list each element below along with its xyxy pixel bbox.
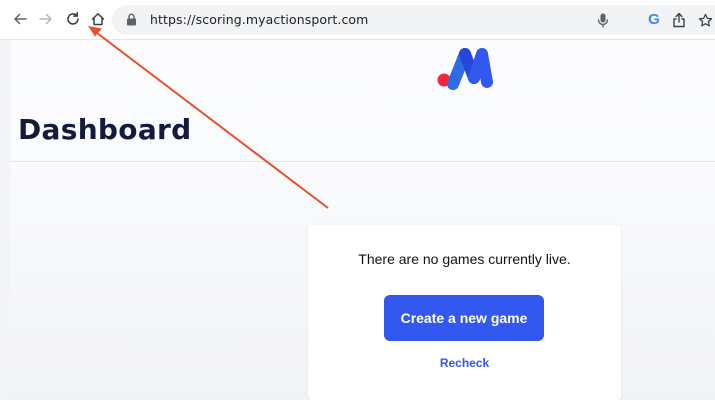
url-text[interactable]: https://scoring.myactionsport.com — [150, 12, 368, 27]
browser-toolbar: https://scoring.myactionsport.com G — [0, 0, 715, 40]
voice-search-button[interactable] — [594, 11, 612, 29]
create-new-game-button[interactable]: Create a new game — [384, 295, 544, 341]
header-divider — [10, 161, 715, 162]
address-bar[interactable]: https://scoring.myactionsport.com G — [112, 5, 715, 35]
page-content: Dashboard There are no games currently l… — [10, 40, 715, 400]
back-button[interactable] — [9, 8, 31, 30]
forward-button[interactable] — [35, 8, 57, 30]
home-button[interactable] — [87, 8, 109, 30]
reload-icon — [67, 12, 79, 25]
share-icon — [673, 12, 685, 28]
arrow-right-icon — [39, 13, 52, 25]
bookmark-button[interactable] — [696, 11, 714, 29]
lock-icon — [127, 13, 136, 26]
recheck-link[interactable]: Recheck — [308, 356, 621, 370]
live-games-card: There are no games currently live. Creat… — [308, 225, 621, 400]
arrow-left-icon — [14, 13, 27, 25]
google-button[interactable]: G — [645, 11, 663, 29]
reload-button[interactable] — [62, 8, 84, 30]
home-icon — [91, 13, 105, 26]
myactionsport-logo — [437, 48, 493, 90]
page-title: Dashboard — [18, 113, 192, 146]
google-icon: G — [648, 11, 660, 28]
star-icon — [698, 13, 712, 26]
share-button[interactable] — [670, 11, 688, 29]
no-live-games-message: There are no games currently live. — [358, 251, 571, 267]
microphone-icon — [597, 13, 609, 28]
